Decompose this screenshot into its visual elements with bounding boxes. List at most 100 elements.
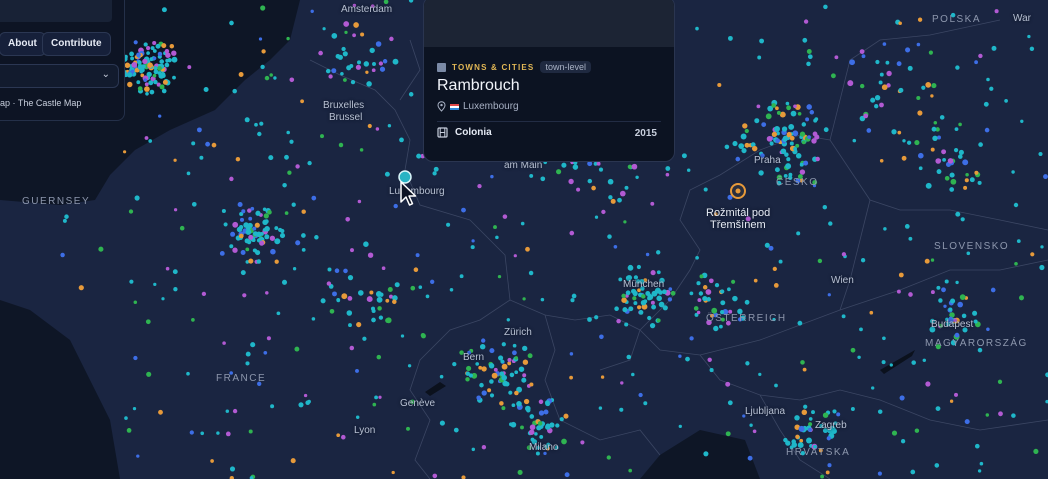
city-label: Lyon: [354, 425, 376, 436]
map-marker: [528, 429, 535, 435]
map-marker: [830, 73, 836, 79]
map-marker: [488, 363, 495, 369]
map-marker: [591, 185, 596, 191]
map-marker: [378, 61, 384, 66]
map-marker: [252, 226, 257, 231]
location-card[interactable]: TOWNS & CITIES town-level Rambrouch Luxe…: [423, 0, 675, 162]
map-marker: [489, 379, 494, 384]
map-marker: [616, 318, 621, 324]
map-marker: [203, 87, 209, 92]
map-marker: [857, 355, 861, 360]
map-marker: [490, 174, 494, 179]
map-marker: [662, 305, 668, 311]
map-marker: [798, 425, 805, 432]
map-marker: [159, 71, 166, 78]
card-title: Rambrouch: [437, 77, 520, 94]
map-marker: [522, 297, 526, 301]
map-marker: [280, 228, 285, 234]
map-marker: [314, 235, 319, 240]
search-input[interactable]: [0, 0, 112, 22]
map-marker: [931, 83, 937, 89]
map-marker: [512, 343, 517, 348]
map-marker: [703, 187, 708, 192]
map-marker: [702, 285, 708, 290]
map-marker: [1013, 202, 1019, 208]
map-marker: [355, 368, 359, 373]
map-marker: [806, 61, 811, 67]
map-marker: [761, 122, 767, 127]
map-marker: [977, 469, 982, 473]
map-marker: [374, 395, 379, 400]
map-marker: [268, 155, 274, 161]
map-marker: [774, 126, 780, 132]
map-marker: [223, 222, 228, 227]
map-marker: [341, 293, 348, 300]
map-marker: [641, 294, 646, 299]
map-marker: [744, 142, 750, 148]
map-marker: [948, 307, 953, 312]
map-marker: [375, 41, 382, 47]
map-marker: [1029, 46, 1035, 52]
map-marker: [1030, 252, 1035, 257]
map-marker: [911, 360, 916, 365]
map-marker: [128, 209, 134, 214]
map-marker: [667, 297, 673, 302]
map-marker: [939, 115, 945, 120]
map-marker: [638, 310, 644, 315]
map-marker: [628, 468, 633, 473]
map-marker: [282, 182, 287, 188]
card-film[interactable]: Colonia: [437, 127, 492, 138]
map-marker: [656, 250, 661, 255]
map-marker: [269, 235, 276, 241]
map-marker: [366, 296, 373, 303]
map-marker: [596, 161, 601, 166]
map-marker: [540, 176, 546, 182]
map-marker: [360, 32, 365, 37]
map-marker: [229, 244, 234, 249]
map-canvas[interactable]: POLSKA ČESKO SLOVENSKO ÖSTERREICH MAGYAR…: [0, 0, 1048, 479]
map-marker: [501, 342, 506, 347]
map-marker: [665, 172, 670, 177]
map-marker: [925, 82, 932, 88]
map-marker: [518, 366, 525, 372]
map-marker: [725, 431, 731, 437]
map-marker: [901, 155, 907, 161]
map-marker: [513, 254, 517, 258]
map-marker: [720, 289, 725, 294]
map-marker: [276, 311, 281, 316]
filter-select[interactable]: ⌄: [0, 64, 119, 88]
city-label: Amsterdam: [341, 4, 393, 15]
about-button[interactable]: About: [0, 32, 46, 56]
map-marker: [254, 222, 260, 228]
map-marker: [261, 49, 266, 54]
map-marker: [930, 258, 935, 262]
map-marker: [622, 307, 628, 313]
map-marker: [143, 42, 148, 47]
map-marker: [934, 463, 940, 468]
map-marker: [917, 110, 923, 116]
map-marker: [152, 40, 157, 46]
map-marker: [921, 85, 926, 90]
film-year: 2015: [634, 128, 657, 139]
map-marker: [362, 336, 367, 341]
map-marker: [382, 59, 388, 64]
map-marker: [522, 359, 529, 365]
map-marker: [898, 87, 904, 93]
map-marker: [897, 130, 902, 135]
map-marker: [759, 38, 765, 44]
map-marker: [232, 221, 239, 228]
map-marker: [906, 140, 912, 145]
map-marker: [295, 164, 300, 169]
map-marker: [941, 287, 946, 293]
map-marker: [954, 392, 958, 397]
map-marker: [727, 400, 733, 406]
map-marker: [834, 55, 839, 60]
map-marker: [378, 315, 384, 320]
map-marker: [870, 97, 876, 103]
map-marker: [523, 398, 530, 405]
map-marker: [874, 95, 881, 101]
city-label: Genève: [400, 398, 436, 409]
map-marker: [601, 209, 606, 215]
contribute-button[interactable]: Contribute: [42, 32, 111, 56]
side-panel: About Contribute ⌄ ap · The Castle Map: [0, 0, 125, 121]
